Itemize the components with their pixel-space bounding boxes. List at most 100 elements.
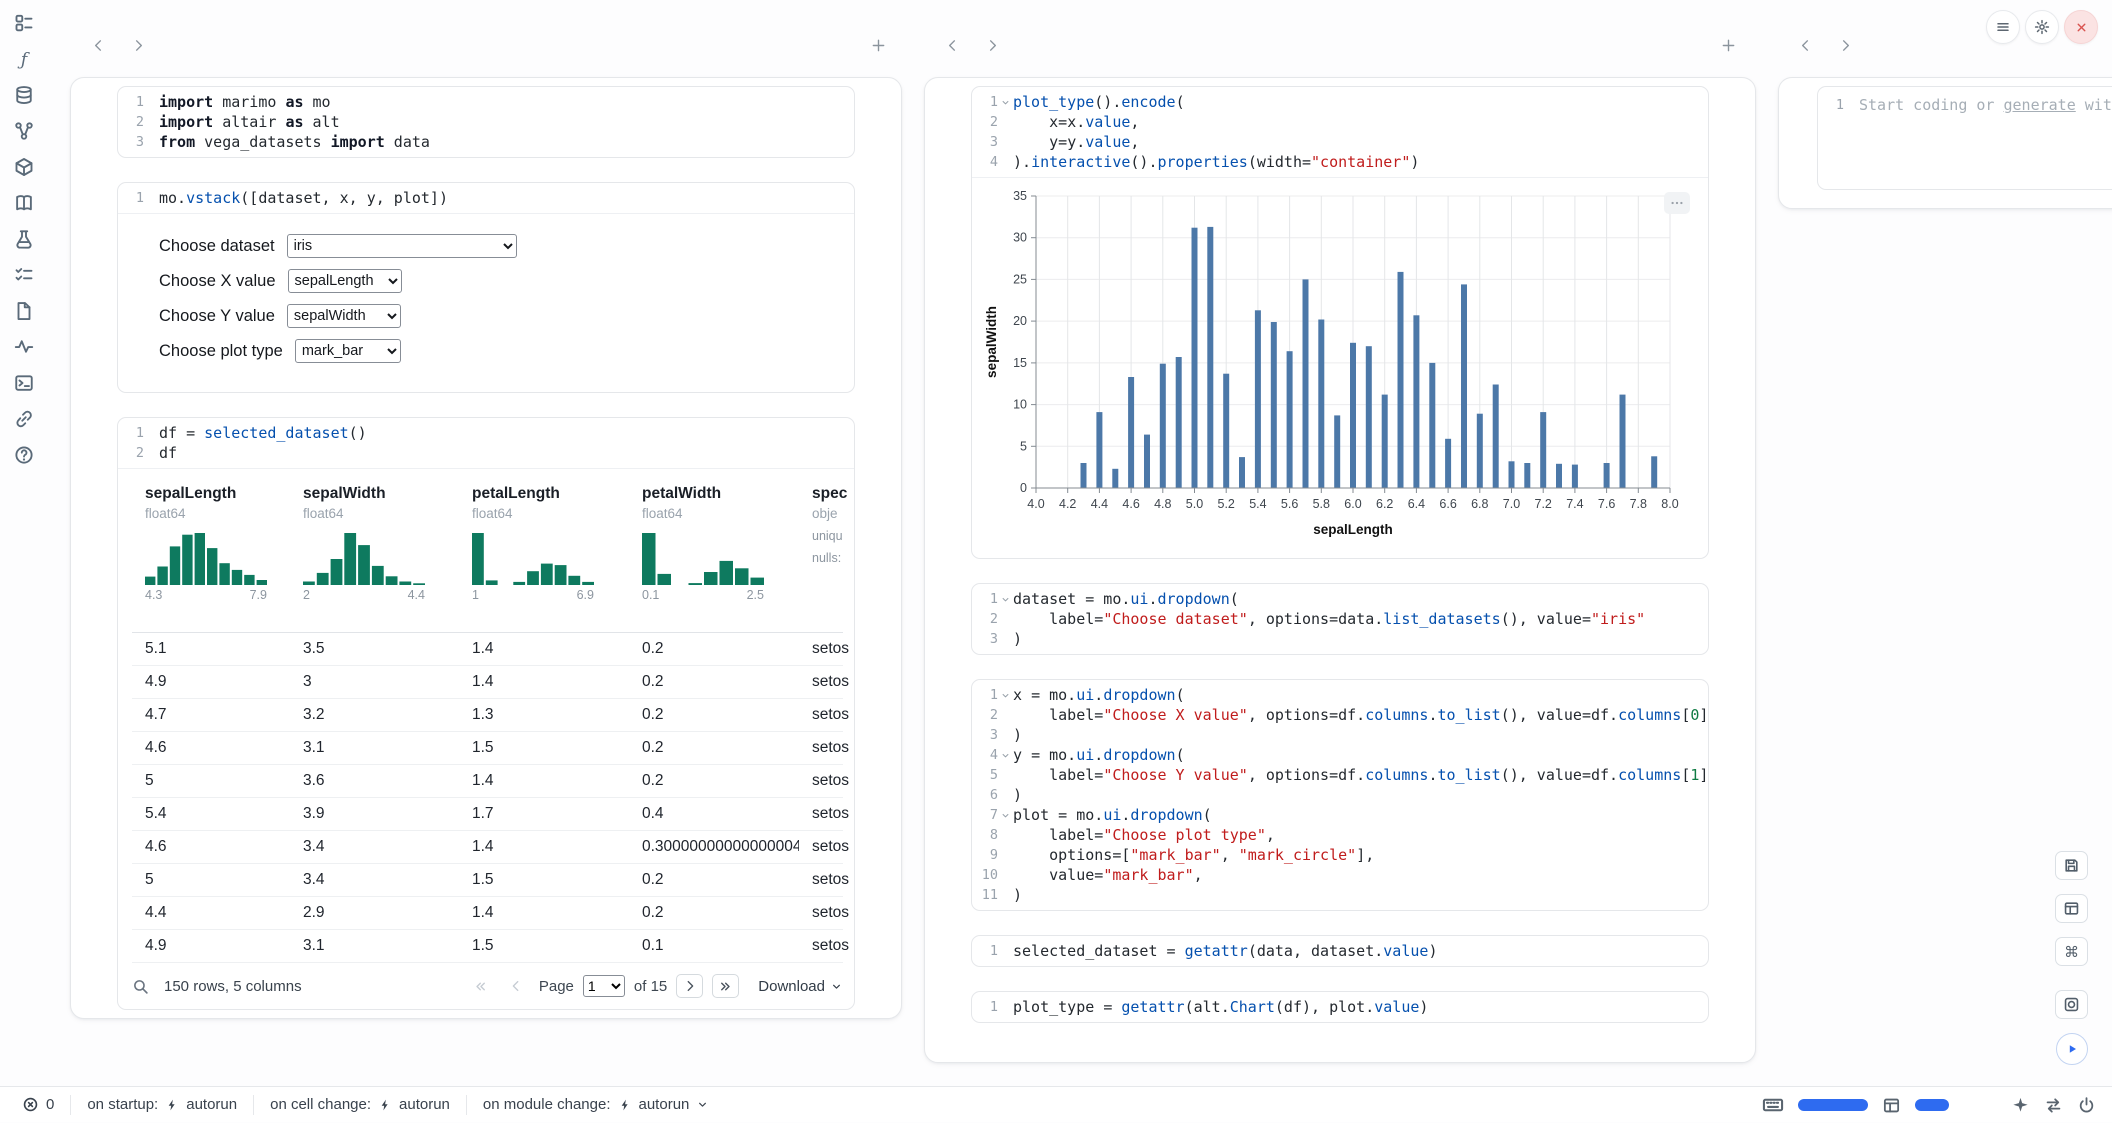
prev-page-button[interactable] bbox=[503, 974, 530, 998]
run-all-button[interactable] bbox=[2056, 1033, 2088, 1065]
table-cell: 3 bbox=[290, 673, 459, 691]
table-cell: setos bbox=[799, 904, 855, 922]
choose-y-value-select[interactable]: sepalWidth bbox=[287, 304, 401, 328]
svg-text:0: 0 bbox=[1020, 481, 1027, 495]
table-cell: 0.2 bbox=[629, 739, 799, 757]
table-cell: 4.9 bbox=[132, 937, 290, 955]
add-cell-button[interactable] bbox=[1714, 31, 1742, 59]
choose-x-value-select[interactable]: sepalLength bbox=[288, 269, 402, 293]
error-count: 0 bbox=[46, 1096, 54, 1113]
settings-button[interactable] bbox=[2025, 10, 2059, 44]
command-icon: ⌘ bbox=[2063, 943, 2080, 960]
table-cell: 1.7 bbox=[459, 805, 629, 823]
choose-dataset-select[interactable]: iris bbox=[287, 234, 517, 258]
notebook-column-right: 1 Start coding or generate with AI bbox=[1778, 77, 2112, 209]
fold-icon[interactable] bbox=[998, 92, 1013, 112]
page-last-icon bbox=[718, 979, 733, 994]
rail-database-button[interactable] bbox=[12, 84, 36, 105]
fold-icon[interactable] bbox=[998, 685, 1013, 705]
runtime-config-2[interactable]: on module change:autorun bbox=[466, 1095, 725, 1115]
table-cell: 0.2 bbox=[629, 772, 799, 790]
last-page-button[interactable] bbox=[712, 974, 739, 998]
fold-icon[interactable] bbox=[998, 589, 1013, 609]
rail-link-button[interactable] bbox=[12, 408, 36, 429]
code-editor[interactable]: 1dataset = mo.ui.dropdown(2 label="Choos… bbox=[972, 584, 1708, 654]
rail-explorer-button[interactable] bbox=[12, 12, 36, 33]
line-number: 2 bbox=[118, 112, 144, 132]
layout-button[interactable] bbox=[2055, 894, 2088, 923]
chart-menu-button[interactable] bbox=[1664, 192, 1690, 214]
fold-icon[interactable] bbox=[998, 805, 1013, 825]
line-number: 1 bbox=[972, 941, 998, 961]
command-palette-button[interactable]: ⌘ bbox=[2055, 937, 2088, 966]
fold-icon[interactable] bbox=[998, 745, 1013, 765]
rail-book-button[interactable] bbox=[12, 192, 36, 213]
rail-checklist-button[interactable] bbox=[12, 264, 36, 285]
rail-flask-button[interactable] bbox=[12, 228, 36, 249]
code-editor[interactable]: 1 Start coding or generate with AI bbox=[1818, 87, 2112, 115]
compare-button[interactable] bbox=[2044, 1096, 2063, 1115]
rail-graph-button[interactable] bbox=[12, 120, 36, 141]
svg-text:6.8: 6.8 bbox=[1471, 497, 1488, 511]
table-cell: 0.1 bbox=[629, 937, 799, 955]
table-cell: 0.2 bbox=[629, 640, 799, 658]
save-button[interactable] bbox=[2055, 851, 2088, 880]
column-back-button[interactable] bbox=[84, 31, 112, 59]
rail-package-button[interactable] bbox=[12, 156, 36, 177]
errors-indicator[interactable]: 0 bbox=[6, 1095, 70, 1115]
runtime-config-0[interactable]: on startup:autorun bbox=[70, 1095, 253, 1115]
keyboard-shortcuts-button[interactable] bbox=[1762, 1094, 1784, 1116]
table-cell: 1.3 bbox=[459, 706, 629, 724]
code-editor[interactable]: 1plot_type = getattr(alt.Chart(df), plot… bbox=[972, 992, 1708, 1022]
choose-plot-type-select[interactable]: mark_bar bbox=[295, 339, 401, 363]
column-forward-button[interactable] bbox=[978, 31, 1006, 59]
window-mode-button[interactable] bbox=[1882, 1096, 1901, 1115]
add-cell-button[interactable] bbox=[864, 31, 892, 59]
explorer-icon bbox=[14, 13, 34, 33]
caret-down-icon bbox=[1000, 594, 1011, 605]
code-editor[interactable]: 1x = mo.ui.dropdown(2 label="Choose X va… bbox=[972, 680, 1708, 910]
menu-icon bbox=[1995, 19, 2011, 35]
shutdown-button[interactable] bbox=[2077, 1096, 2096, 1115]
selected-dataset-cell: 1selected_dataset = getattr(data, datase… bbox=[971, 935, 1709, 967]
altair-chart[interactable]: 4.04.24.44.64.85.05.25.45.65.86.06.26.46… bbox=[982, 186, 1682, 554]
code-editor[interactable]: 1selected_dataset = getattr(data, datase… bbox=[972, 936, 1708, 966]
page-select[interactable]: 1 bbox=[583, 975, 625, 997]
runtime-config-1[interactable]: on cell change:autorun bbox=[253, 1095, 466, 1115]
code-editor[interactable]: 1plot_type().encode(2 x=x.value,3 y=y.va… bbox=[972, 87, 1708, 177]
code-editor[interactable]: 1import marimo as mo2import altair as al… bbox=[118, 87, 854, 157]
next-page-button[interactable] bbox=[676, 974, 703, 998]
code-editor[interactable]: 1mo.vstack([dataset, x, y, plot]) bbox=[118, 183, 854, 213]
line-number: 9 bbox=[972, 845, 998, 865]
svg-text:6.0: 6.0 bbox=[1344, 497, 1361, 511]
column-forward-button[interactable] bbox=[1831, 31, 1859, 59]
close-button[interactable] bbox=[2064, 10, 2098, 44]
rail-activity-button[interactable] bbox=[12, 336, 36, 357]
ai-assist-button[interactable] bbox=[2011, 1096, 2030, 1115]
search-icon[interactable] bbox=[132, 978, 156, 995]
rail-functions-button[interactable]: ƒ bbox=[12, 48, 36, 69]
menu-button[interactable] bbox=[1986, 10, 2020, 44]
bolt-icon bbox=[378, 1098, 392, 1112]
line-number: 3 bbox=[972, 725, 998, 745]
code-editor[interactable]: 1df = selected_dataset()2df bbox=[118, 418, 854, 468]
svg-text:sepalLength: sepalLength bbox=[1313, 522, 1393, 537]
column-forward-button[interactable] bbox=[124, 31, 152, 59]
generate-link[interactable]: generate bbox=[2004, 96, 2076, 114]
rail-file-button[interactable] bbox=[12, 300, 36, 321]
download-button[interactable]: Download bbox=[758, 978, 843, 995]
first-page-button[interactable] bbox=[467, 974, 494, 998]
app-view-button[interactable] bbox=[2055, 990, 2088, 1019]
caret-down-icon bbox=[1000, 750, 1011, 761]
table-cell: 4.6 bbox=[132, 838, 290, 856]
line-number: 1 bbox=[118, 92, 144, 112]
column-back-button[interactable] bbox=[1791, 31, 1819, 59]
rail-console-button[interactable] bbox=[12, 372, 36, 393]
table-cell: 5.1 bbox=[132, 640, 290, 658]
line-number: 10 bbox=[972, 865, 998, 885]
chevron-right-icon bbox=[1838, 38, 1853, 53]
line-number: 1 bbox=[972, 997, 998, 1017]
svg-text:5.8: 5.8 bbox=[1313, 497, 1330, 511]
rail-help-button[interactable] bbox=[12, 444, 36, 465]
column-back-button[interactable] bbox=[938, 31, 966, 59]
